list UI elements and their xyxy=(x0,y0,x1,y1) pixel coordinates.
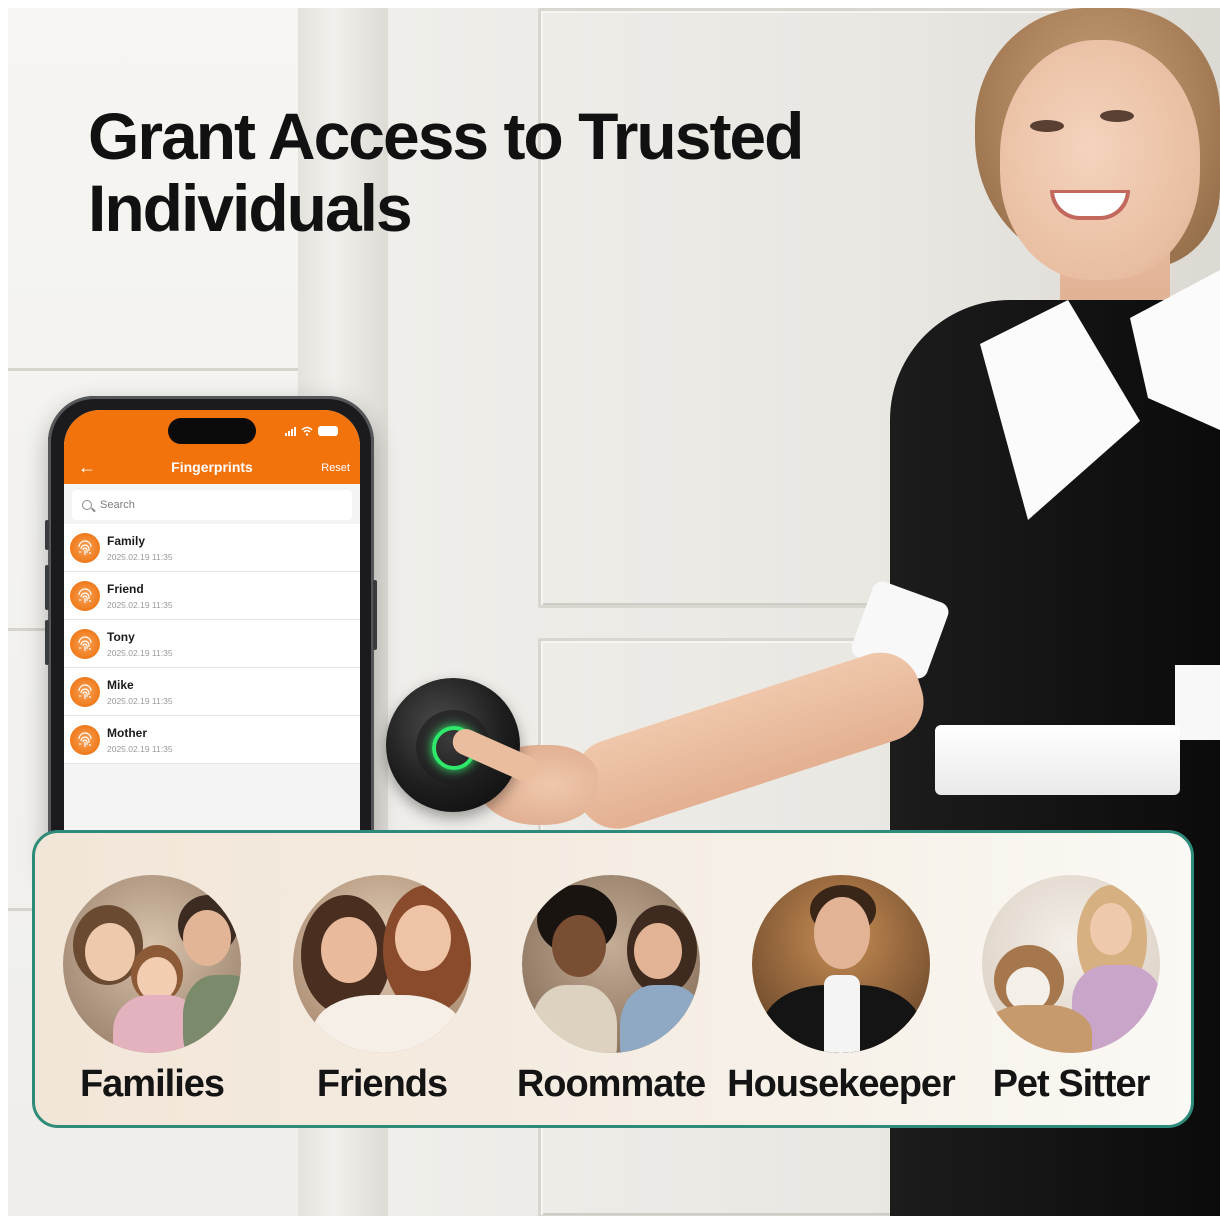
person-face xyxy=(814,897,870,969)
label-roommate: Roommate xyxy=(516,1063,706,1105)
phone-side-button xyxy=(373,580,377,650)
dog-body xyxy=(982,1005,1092,1053)
person-body xyxy=(532,985,617,1053)
label-families: Families xyxy=(79,1063,225,1105)
woman-face xyxy=(1000,40,1200,280)
status-bar xyxy=(285,424,338,438)
access-groups-card: Families Friends Roommate Housekeeper Pe… xyxy=(32,830,1194,1128)
woman-eye xyxy=(1100,110,1134,122)
phone-side-button xyxy=(45,565,49,610)
dynamic-island xyxy=(168,418,256,444)
fingerprint-icon xyxy=(70,629,100,659)
person-body xyxy=(183,975,241,1053)
person-body xyxy=(313,995,463,1053)
pet-sitter-photo xyxy=(982,875,1160,1053)
search-icon xyxy=(82,500,92,510)
fingerprint-icon xyxy=(70,725,100,755)
label-friends: Friends xyxy=(316,1063,448,1105)
woman-eye xyxy=(1030,120,1064,132)
person-face xyxy=(183,910,231,966)
list-item[interactable]: Mother 2025.02.19 11:35 xyxy=(64,716,360,764)
list-item[interactable]: Tony 2025.02.19 11:35 xyxy=(64,620,360,668)
person-face xyxy=(634,923,682,979)
families-photo xyxy=(63,875,241,1053)
reset-button[interactable]: Reset xyxy=(321,462,350,474)
app-header: ← Fingerprints Reset xyxy=(64,410,360,484)
fingerprint-date: 2025.02.19 11:35 xyxy=(107,744,173,754)
phone-screen: ← Fingerprints Reset Family 2025.02.19 1… xyxy=(64,410,360,830)
person-face xyxy=(395,905,451,971)
fingerprint-icon xyxy=(70,533,100,563)
headline-line-1: Grant Access to Trusted xyxy=(88,99,804,173)
fingerprint-date: 2025.02.19 11:35 xyxy=(107,552,173,562)
battery-icon xyxy=(318,426,338,436)
fingerprint-name: Tony xyxy=(107,630,135,644)
phone-side-button xyxy=(45,620,49,665)
dress-cuff xyxy=(1175,665,1220,740)
headline-line-2: Individuals xyxy=(88,171,413,245)
person-face xyxy=(85,923,135,981)
fingerprint-name: Mother xyxy=(107,726,147,740)
label-housekeeper: Housekeeper xyxy=(727,1063,956,1105)
person-body xyxy=(620,985,700,1053)
fingerprint-date: 2025.02.19 11:35 xyxy=(107,648,173,658)
fingerprint-name: Mike xyxy=(107,678,134,692)
fingerprint-icon xyxy=(70,581,100,611)
list-item[interactable]: Family 2025.02.19 11:35 xyxy=(64,524,360,572)
friends-photo xyxy=(293,875,471,1053)
housekeeper-photo xyxy=(752,875,930,1053)
phone-side-button xyxy=(45,520,49,550)
list-item[interactable]: Mike 2025.02.19 11:35 xyxy=(64,668,360,716)
fingerprint-name: Friend xyxy=(107,582,144,596)
person-face xyxy=(552,915,606,977)
fingerprint-date: 2025.02.19 11:35 xyxy=(107,600,173,610)
roommate-photo xyxy=(522,875,700,1053)
fingerprint-name: Family xyxy=(107,534,146,548)
signal-icon xyxy=(285,426,296,436)
search-bar[interactable] xyxy=(72,490,352,520)
label-pet-sitter: Pet Sitter xyxy=(992,1063,1151,1105)
list-item[interactable]: Friend 2025.02.19 11:35 xyxy=(64,572,360,620)
person-face xyxy=(1090,903,1132,955)
app-title: Fingerprints xyxy=(171,459,253,475)
fingerprint-icon xyxy=(70,677,100,707)
wifi-icon xyxy=(301,426,313,436)
person-shirt xyxy=(824,975,860,1053)
search-input[interactable] xyxy=(100,499,320,511)
dress-belt xyxy=(935,725,1180,795)
fingerprint-list: Family 2025.02.19 11:35 Friend 2025.02.1… xyxy=(64,524,360,764)
wall-trim xyxy=(8,368,308,371)
page-headline: Grant Access to Trusted Individuals xyxy=(88,100,868,244)
fingerprint-date: 2025.02.19 11:35 xyxy=(107,696,173,706)
person-face xyxy=(321,917,377,983)
